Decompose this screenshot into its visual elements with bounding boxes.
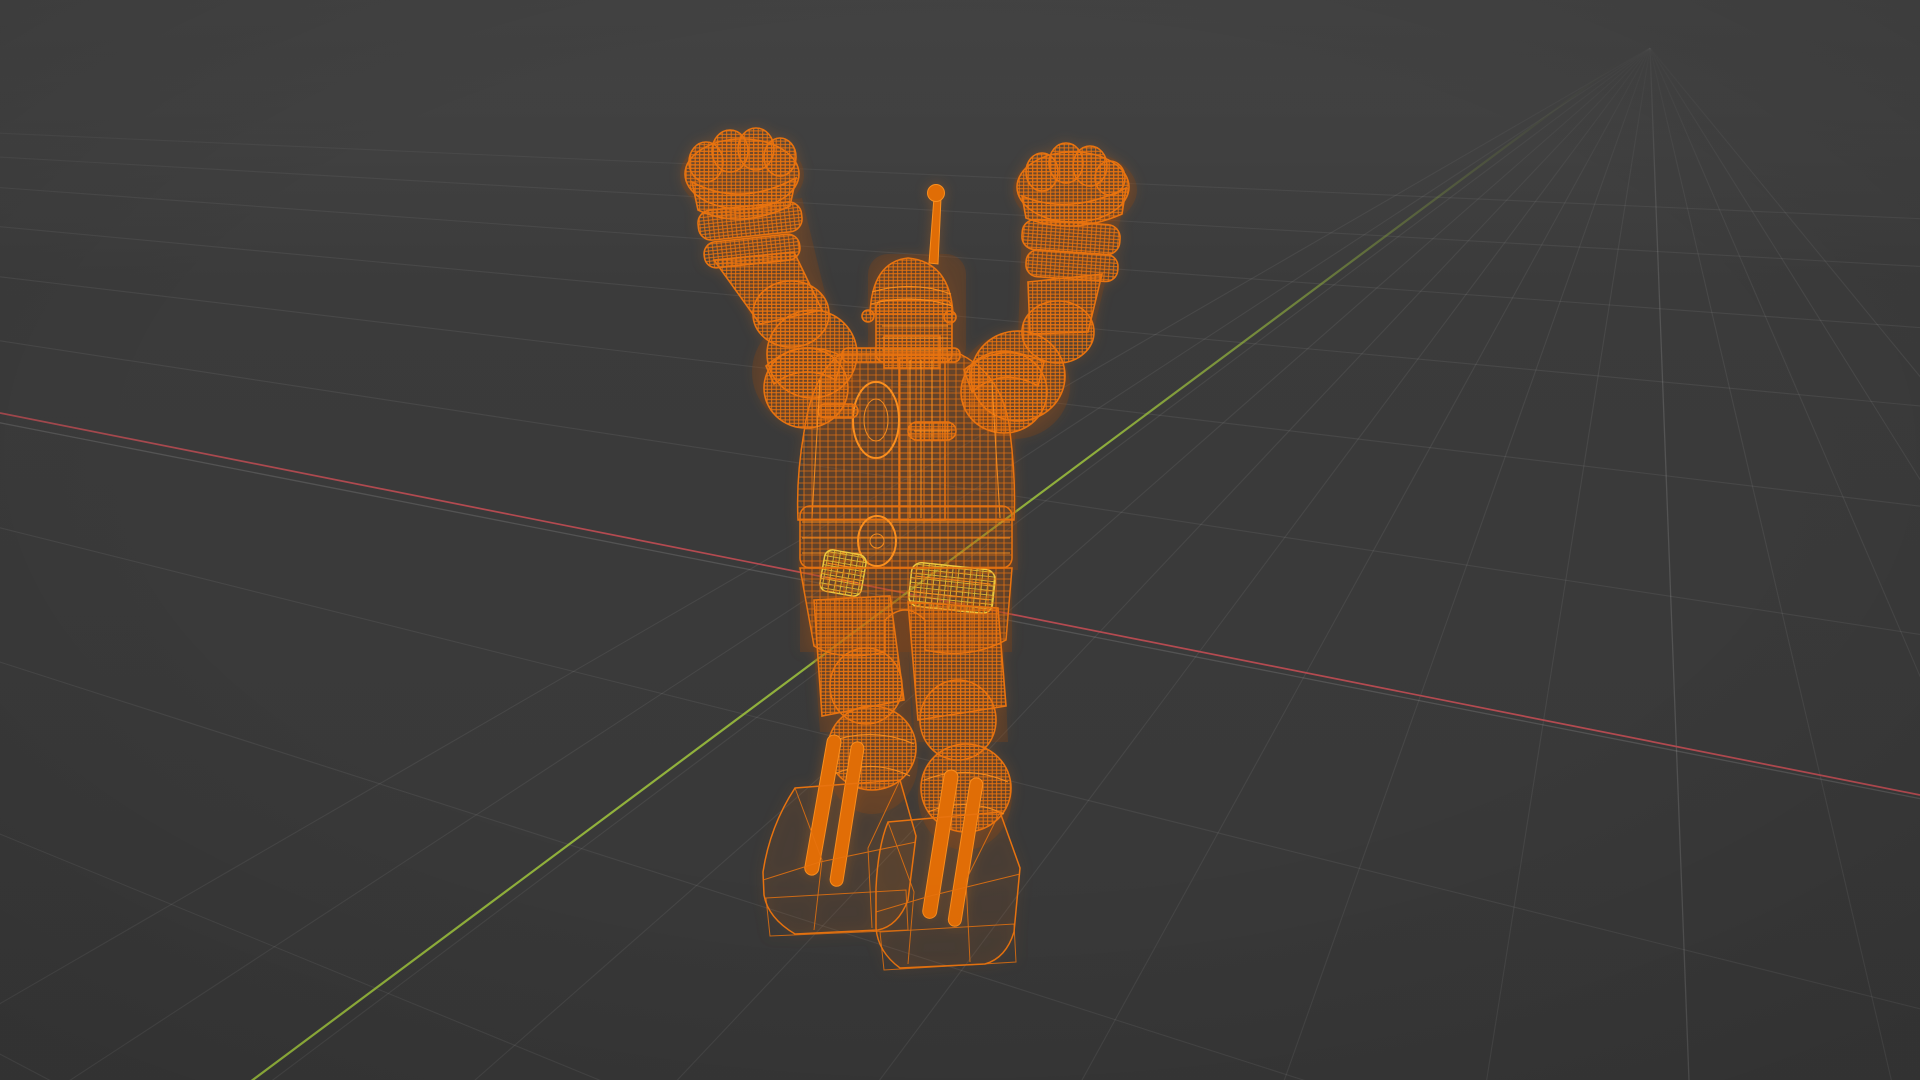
- antenna-rod: [928, 196, 942, 265]
- right-boot: [875, 811, 1021, 969]
- head-side-knob: [943, 310, 957, 324]
- antenna-ball: [927, 184, 945, 202]
- robot-model[interactable]: [0, 0, 1920, 1080]
- robot-torso[interactable]: [796, 347, 1016, 521]
- left-calf: [827, 705, 917, 791]
- left-fist-knuckle: [763, 137, 797, 177]
- chest-latch-left: [817, 403, 859, 419]
- 3d-viewport[interactable]: [0, 0, 1920, 1080]
- head-side-knob: [861, 309, 875, 323]
